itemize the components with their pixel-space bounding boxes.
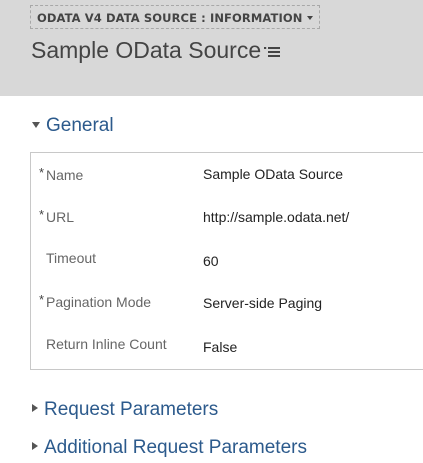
form-selector-text: ODATA V4 DATA SOURCE : INFORMATION <box>37 11 303 25</box>
field-label-url: * URL <box>39 207 74 225</box>
field-value-timeout[interactable]: 60 <box>203 253 219 269</box>
field-label-text: Pagination Mode <box>46 294 152 310</box>
record-header: ODATA V4 DATA SOURCE : INFORMATION Sampl… <box>0 0 423 96</box>
field-value-pagination-mode[interactable]: Server-side Paging <box>203 295 322 311</box>
triangle-right-icon <box>32 404 38 412</box>
field-label-text: Return Inline Count <box>46 336 167 352</box>
field-label-name: * Name <box>39 165 83 183</box>
field-value-name[interactable]: Sample OData Source <box>203 166 343 182</box>
caret-down-icon <box>307 16 314 20</box>
form-selector[interactable]: ODATA V4 DATA SOURCE : INFORMATION <box>30 5 320 29</box>
field-label-pagination-mode: * Pagination Mode <box>39 292 151 310</box>
section-request-parameters-header[interactable]: Request Parameters <box>32 399 218 421</box>
field-label-return-inline-count: Return Inline Count <box>39 336 167 352</box>
section-request-parameters-title: Request Parameters <box>44 399 219 420</box>
field-value-return-inline-count[interactable]: False <box>203 339 237 355</box>
section-general-header[interactable]: General <box>32 115 114 137</box>
field-label-text: Timeout <box>46 250 97 266</box>
triangle-down-icon <box>32 122 40 128</box>
required-marker: * <box>39 292 45 307</box>
field-label-text: URL <box>46 209 75 225</box>
section-additional-request-parameters-title: Additional Request Parameters <box>44 437 307 458</box>
section-additional-request-parameters-header[interactable]: Additional Request Parameters <box>32 437 307 459</box>
triangle-right-icon <box>32 442 38 450</box>
section-general-title: General <box>46 115 114 136</box>
list-menu-icon[interactable] <box>264 45 282 59</box>
field-value-url[interactable]: http://sample.odata.net/ <box>203 209 349 225</box>
field-label-text: Name <box>46 167 84 183</box>
required-marker: * <box>39 207 45 222</box>
general-section-body: * Name Sample OData Source * URL http://sa… <box>30 152 423 370</box>
record-title: Sample OData Source <box>31 37 262 63</box>
form-content: General * Name Sample OData Source * URL h… <box>14 96 423 463</box>
field-label-timeout: Timeout <box>39 250 96 266</box>
form-selector-label[interactable]: ODATA V4 DATA SOURCE : INFORMATION <box>37 11 314 25</box>
required-marker: * <box>39 165 45 180</box>
